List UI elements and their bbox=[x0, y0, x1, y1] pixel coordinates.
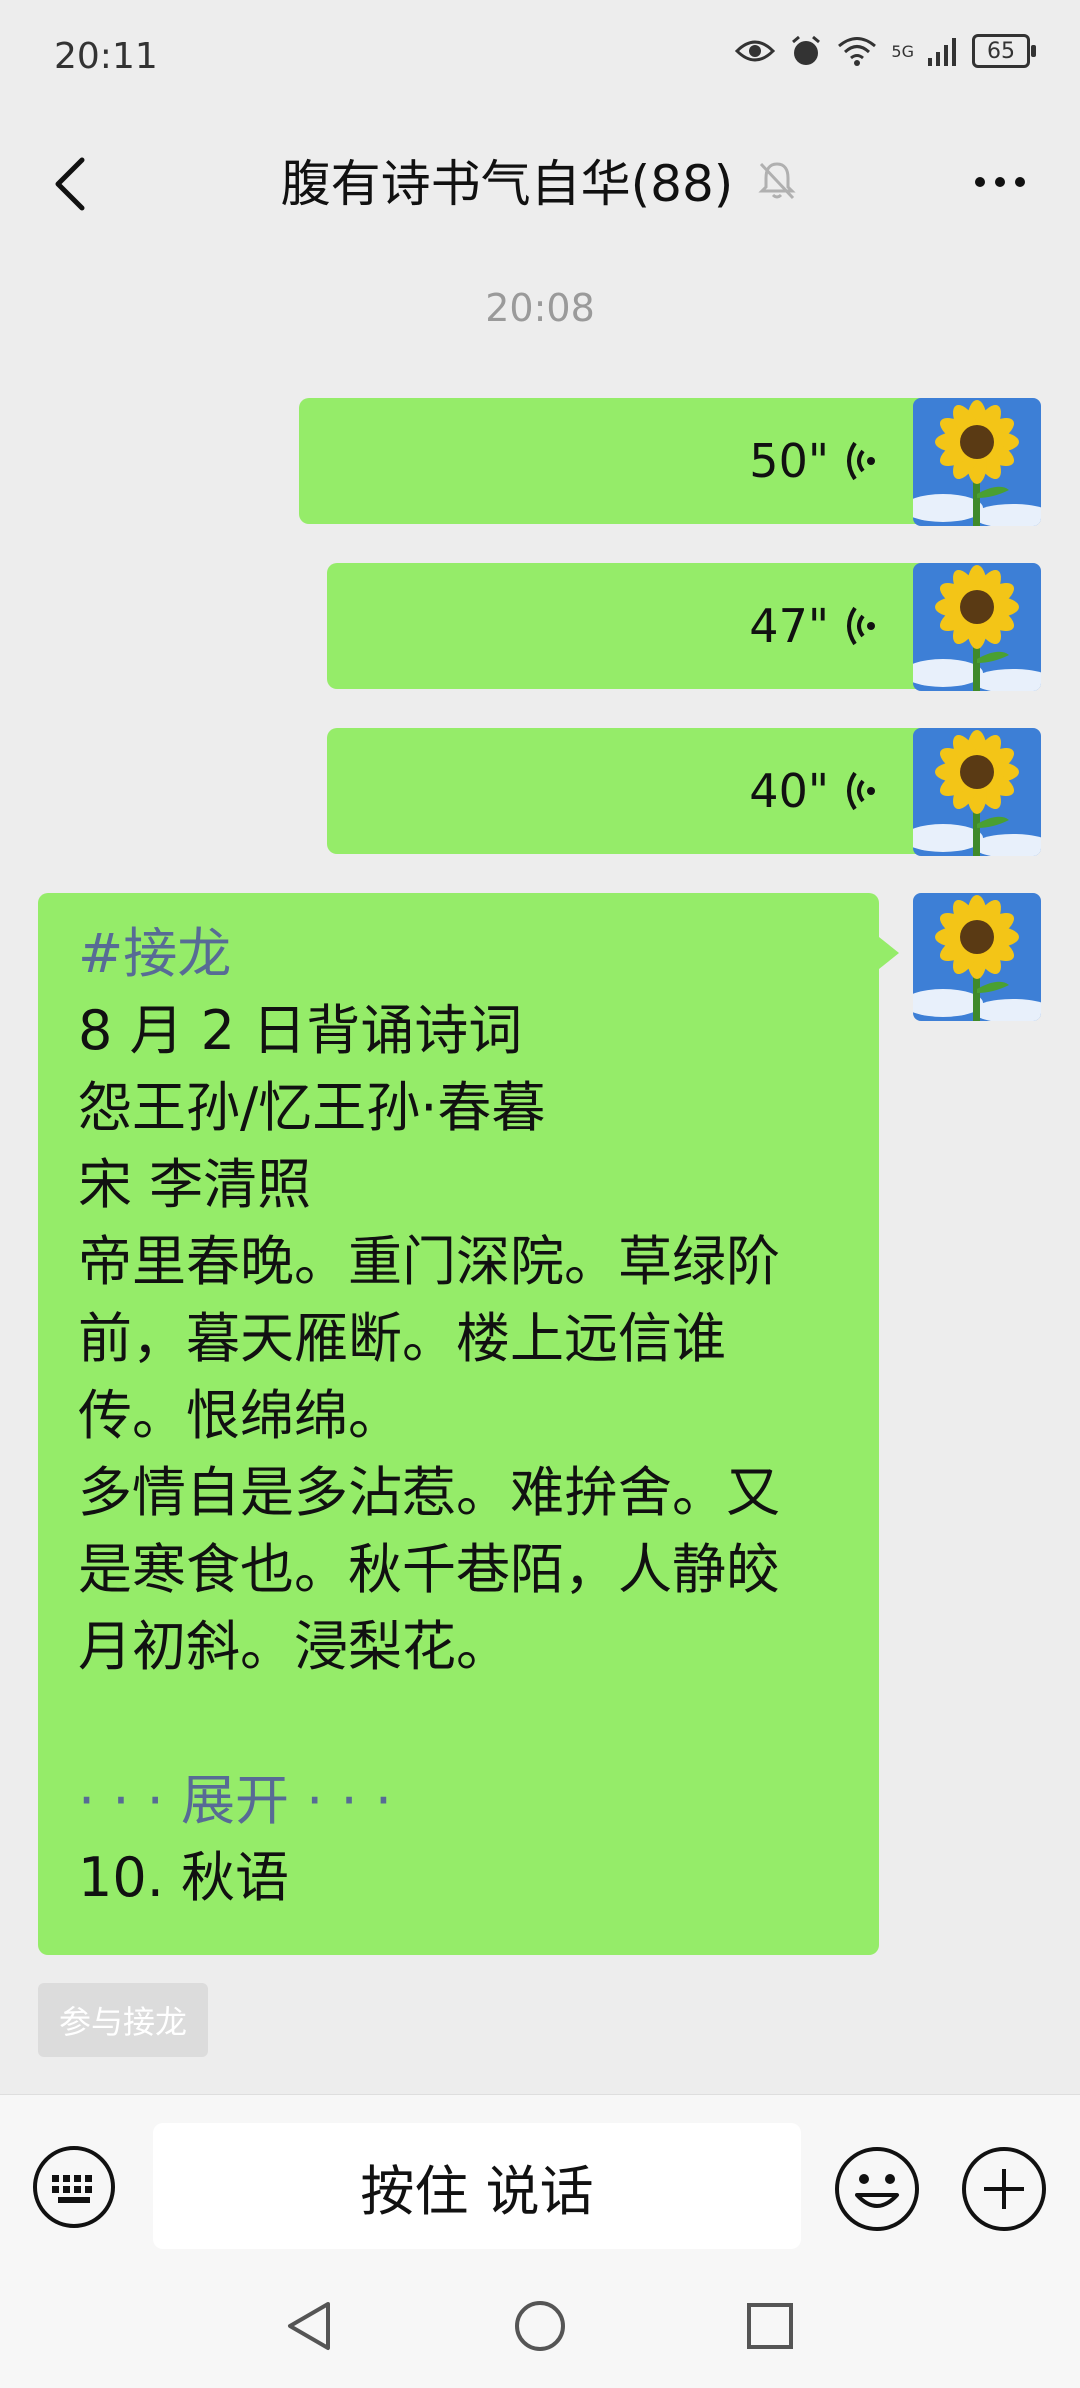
emoji-icon bbox=[835, 2147, 919, 2231]
sunflower-avatar-image bbox=[913, 398, 1041, 526]
home-circle-icon[interactable] bbox=[510, 2296, 570, 2356]
chat-title: 腹有诗书气自华(88) bbox=[280, 155, 734, 213]
muted-bell-icon bbox=[758, 162, 796, 200]
voice-duration: 40" bbox=[749, 764, 829, 818]
message-line: 多情自是多沾惹。难拚舍。又 bbox=[78, 1461, 780, 1524]
message-line: 传。恨绵绵。 bbox=[78, 1384, 402, 1447]
message-line: 前，暮天雁断。楼上远信谁 bbox=[78, 1307, 726, 1370]
expand-link[interactable]: · · · 展开 · · · bbox=[78, 1762, 839, 1839]
hold-to-talk-button[interactable]: 按住 说话 bbox=[153, 2123, 801, 2249]
emoji-button[interactable] bbox=[833, 2145, 921, 2233]
status-icons: 5G 65 bbox=[735, 34, 1036, 68]
more-dot-icon bbox=[995, 177, 1005, 187]
message-timestamp: 20:08 bbox=[485, 286, 595, 330]
more-options-button[interactable] bbox=[960, 142, 1040, 222]
back-triangle-icon[interactable] bbox=[280, 2296, 340, 2356]
status-bar: 20:11 5G 65 bbox=[0, 0, 1080, 120]
join-chain-button[interactable]: 参与接龙 bbox=[38, 1983, 208, 2057]
message-line: 8 月 2 日背诵诗词 bbox=[78, 999, 523, 1062]
text-message[interactable]: #接龙 8 月 2 日背诵诗词 怨王孙/忆王孙·春暮 宋 李清照 帝里春晚。重门… bbox=[38, 893, 899, 1955]
network-type: 5G bbox=[891, 41, 914, 61]
chat-header: 腹有诗书气自华(88) bbox=[0, 120, 1080, 240]
battery-icon: 65 bbox=[972, 34, 1036, 68]
voice-message[interactable]: 50" bbox=[299, 398, 955, 524]
input-bar: 按住 说话 bbox=[0, 2094, 1080, 2265]
battery-level: 65 bbox=[987, 38, 1015, 64]
voice-wave-icon bbox=[847, 441, 875, 481]
message-line: 是寒食也。秋千巷陌，人静皎 bbox=[78, 1538, 780, 1601]
voice-wave-icon bbox=[847, 606, 875, 646]
voice-duration: 50" bbox=[749, 434, 829, 488]
more-functions-button[interactable] bbox=[960, 2145, 1048, 2233]
eye-icon bbox=[735, 40, 776, 62]
message-line: 怨王孙/忆王孙·春暮 bbox=[78, 1076, 546, 1139]
avatar[interactable] bbox=[913, 728, 1041, 856]
message-line: 宋 李清照 bbox=[78, 1153, 312, 1216]
sunflower-avatar-image bbox=[913, 893, 1041, 1021]
voice-message[interactable]: 40" bbox=[327, 728, 955, 854]
voice-wave-icon bbox=[847, 771, 875, 811]
voice-message[interactable]: 47" bbox=[327, 563, 955, 689]
avatar[interactable] bbox=[913, 893, 1041, 1021]
hashtag-link[interactable]: #接龙 bbox=[78, 915, 839, 992]
keyboard-toggle-button[interactable] bbox=[32, 2145, 116, 2229]
avatar[interactable] bbox=[913, 398, 1041, 526]
sunflower-avatar-image bbox=[913, 728, 1041, 856]
more-dot-icon bbox=[1015, 177, 1025, 187]
system-nav-bar bbox=[0, 2264, 1080, 2388]
signal-icon bbox=[928, 38, 956, 66]
message-line: 帝里春晚。重门深院。草绿阶 bbox=[78, 1230, 780, 1293]
more-dot-icon bbox=[975, 177, 985, 187]
recents-square-icon[interactable] bbox=[740, 2296, 800, 2356]
alarm-icon bbox=[792, 35, 821, 65]
avatar[interactable] bbox=[913, 563, 1041, 691]
sunflower-avatar-image bbox=[913, 563, 1041, 691]
wifi-icon bbox=[838, 37, 877, 66]
keyboard-icon bbox=[33, 2146, 115, 2228]
message-line: 月初斜。浸梨花。 bbox=[78, 1615, 510, 1678]
status-time: 20:11 bbox=[54, 36, 158, 77]
message-line: 10. 秋语 bbox=[78, 1846, 290, 1909]
plus-icon bbox=[962, 2147, 1046, 2231]
voice-duration: 47" bbox=[749, 599, 829, 653]
